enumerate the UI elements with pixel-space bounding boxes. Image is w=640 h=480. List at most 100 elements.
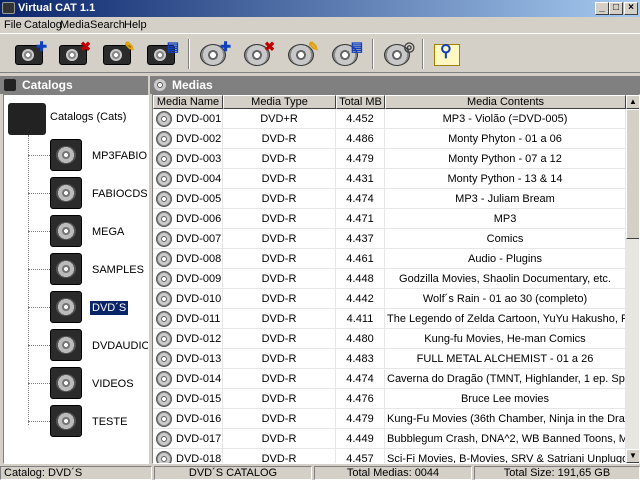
cell-media-type: DVD-R [223,249,336,269]
cell-text: DVD-005 [176,193,222,205]
table-row[interactable]: DVD-018 DVD-R 4.457 Sci-Fi Movies, B-Movies… [153,449,626,464]
cell-text: Monty Python - 07 a 12 [448,153,562,165]
cell-text: DVD-004 [176,173,222,185]
cell-media-contents: MP3 - Violão (=DVD-005) [385,109,626,129]
catalog-icon [50,405,82,437]
cell-media-name: DVD-003 [153,149,223,169]
tree-item-videos[interactable]: VIDEOS [28,365,148,401]
tree-item-dvds[interactable]: DVD´S [28,289,148,325]
maximize-button[interactable]: □ [609,2,623,15]
column-header-media-name[interactable]: Media Name [153,95,223,109]
tree-item-label: VIDEOS [92,378,134,390]
table-row[interactable]: DVD-010 DVD-R 4.442 Wolf´s Rain - 01 ao 30 … [153,289,626,309]
media-list[interactable]: Media Name Media Type Total MB Media Con… [152,94,640,464]
menu-catalog[interactable]: Catalog [24,19,62,31]
cell-text: DVD-R [261,173,297,185]
cell-text: DVD-013 [176,353,222,365]
vertical-scrollbar[interactable]: ▲ ▼ [626,95,639,463]
cell-text: DVD-R [261,313,297,325]
scroll-thumb[interactable] [626,109,639,239]
cell-text: Sci-Fi Movies, B-Movies, SRV & Satriani … [387,453,625,464]
cell-text: DVD-002 [176,133,222,145]
menu-search[interactable]: Search [90,19,125,31]
menu-help[interactable]: Help [124,19,147,31]
catalog-icon [50,139,82,171]
table-row[interactable]: DVD-017 DVD-R 4.449 Bubblegum Crash, DNA^2,… [153,429,626,449]
cell-text: DVD-R [261,453,297,464]
column-header-media-type[interactable]: Media Type [223,95,336,109]
cell-total-mb: 4.442 [336,289,385,309]
tree-item-mega[interactable]: MEGA [28,213,148,249]
menu-media[interactable]: Media [60,19,90,31]
delete-catalog-button[interactable]: ✖ [56,38,92,70]
table-row[interactable]: DVD-015 DVD-R 4.476 Bruce Lee movies [153,389,626,409]
table-row[interactable]: DVD-016 DVD-R 4.479 Kung-Fu Movies (36th Ch… [153,409,626,429]
table-row[interactable]: DVD-014 DVD-R 4.474 Caverna do Dragão (TMNT… [153,369,626,389]
cell-text: 4.479 [346,153,374,165]
table-row[interactable]: DVD-003 DVD-R 4.479 Monty Python - 07 a 12 [153,149,626,169]
cell-media-name: DVD-017 [153,429,223,449]
table-row[interactable]: DVD-009 DVD-R 4.448 Godzilla Movies, Shaoli… [153,269,626,289]
menu-bar: File Catalog Media Search Help [0,17,640,33]
dvd-icon [156,171,172,187]
tree-item-dvdaudio[interactable]: DVDAUDIO [28,327,148,363]
scroll-up-button[interactable]: ▲ [626,95,639,109]
scroll-down-button[interactable]: ▼ [626,449,639,463]
tree-item-fabiocds[interactable]: FABIOCDS [28,175,148,211]
cell-media-name: DVD-009 [153,269,223,289]
app-icon [2,2,15,14]
cell-media-name: DVD-016 [153,409,223,429]
toolbar: ✚ ✖ ✎ ▤ ✚ ✖ ✎ ▤ ◎ ⚲ [0,33,640,73]
minimize-button[interactable]: _ [595,2,609,15]
edit-catalog-button[interactable]: ✎ [100,38,136,70]
tree-item-teste[interactable]: TESTE [28,403,148,439]
table-row[interactable]: DVD-011 DVD-R 4.411 The Legendo of Zelda Ca… [153,309,626,329]
cell-text: DVD-R [261,253,297,265]
dvd-icon [156,151,172,167]
column-header-media-contents[interactable]: Media Contents [385,95,626,109]
dvd-icon [156,351,172,367]
catalogs-root-label[interactable]: Catalogs (Cats) [50,111,126,123]
cell-media-name: DVD-007 [153,229,223,249]
column-header-total-mb[interactable]: Total MB [336,95,385,109]
cell-text: Godzilla Movies, Shaolin Documentary, et… [399,273,611,285]
table-row[interactable]: DVD-006 DVD-R 4.471 MP3 [153,209,626,229]
menu-file[interactable]: File [4,19,22,31]
cell-media-type: DVD-R [223,289,336,309]
cell-media-type: DVD-R [223,269,336,289]
dvd-icon [156,431,172,447]
table-row[interactable]: DVD-004 DVD-R 4.431 Monty Python - 13 & 14 [153,169,626,189]
table-row[interactable]: DVD-013 DVD-R 4.483 FULL METAL ALCHEMIST - … [153,349,626,369]
cell-media-name: DVD-004 [153,169,223,189]
catalog-properties-button[interactable]: ▤ [144,38,180,70]
table-row[interactable]: DVD-007 DVD-R 4.437 Comics [153,229,626,249]
delete-media-button[interactable]: ✖ [240,38,276,70]
edit-media-button[interactable]: ✎ [284,38,320,70]
cell-media-type: DVD-R [223,449,336,464]
close-button[interactable]: × [624,2,638,15]
cell-text: Kung-fu Movies, He-man Comics [424,333,586,345]
table-row[interactable]: DVD-001 DVD+R 4.452 MP3 - Violão (=DVD-005) [153,109,626,129]
cell-media-type: DVD-R [223,409,336,429]
search-button[interactable]: ⚲ [430,38,466,70]
scan-media-button[interactable]: ◎ [380,38,416,70]
new-catalog-button[interactable]: ✚ [12,38,48,70]
cell-text: 4.448 [346,273,374,285]
table-row[interactable]: DVD-002 DVD-R 4.486 Monty Phyton - 01 a 06 [153,129,626,149]
catalog-tree[interactable]: Catalogs (Cats) MP3FABIO FABIOCDS MEGA S… [3,94,149,464]
catalog-icon [4,79,16,91]
table-row[interactable]: DVD-005 DVD-R 4.474 MP3 - Juliam Bream [153,189,626,209]
table-row[interactable]: DVD-012 DVD-R 4.480 Kung-fu Movies, He-man … [153,329,626,349]
cell-text: Bubblegum Crash, DNA^2, WB Banned Toons,… [387,433,625,445]
tree-item-mp3fabio[interactable]: MP3FABIO [28,137,148,173]
cell-total-mb: 4.486 [336,129,385,149]
dvd-icon [156,131,172,147]
new-media-button[interactable]: ✚ [196,38,232,70]
table-row[interactable]: DVD-008 DVD-R 4.461 Audio - Plugins [153,249,626,269]
cell-text: MP3 - Violão (=DVD-005) [442,113,568,125]
media-properties-button[interactable]: ▤ [328,38,364,70]
toolbar-separator [188,39,190,69]
cell-text: 4.449 [346,433,374,445]
cell-text: Wolf´s Rain - 01 ao 30 (completo) [422,293,588,305]
tree-item-samples[interactable]: SAMPLES [28,251,148,287]
